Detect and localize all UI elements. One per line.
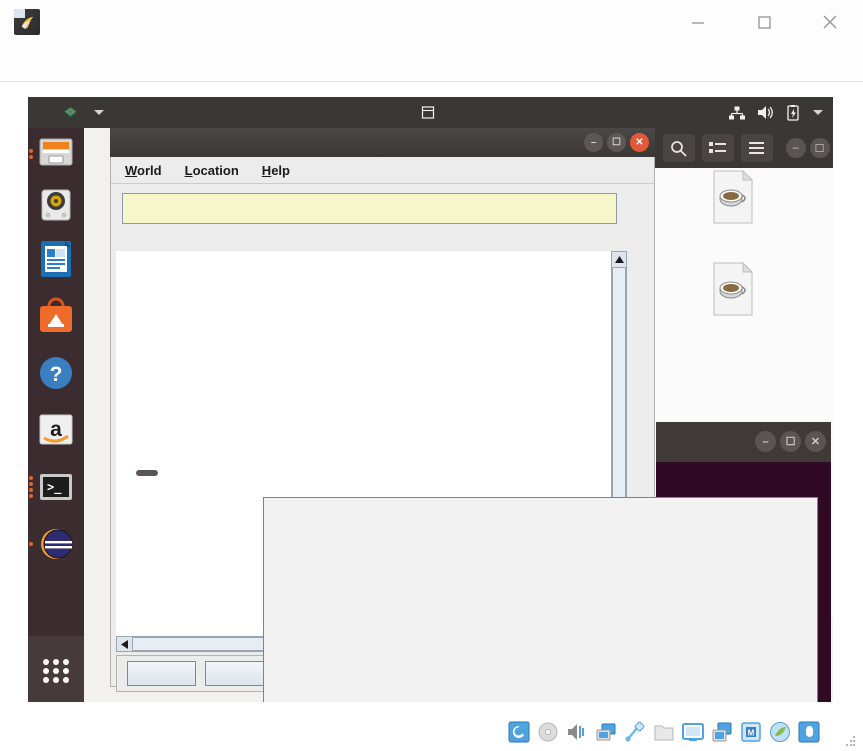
caret-left-icon [121,639,128,649]
volume-icon[interactable] [757,105,774,120]
maximize-button[interactable]: ☐ [780,431,801,452]
svg-text:M: M [748,728,755,737]
app-grid-icon [39,652,73,686]
vbox-menubar [0,44,863,82]
help-tooltip [136,470,158,476]
java-class-icon [711,261,755,316]
ubuntu-launcher: ? a >_ [28,128,84,702]
list-view-icon [709,141,726,153]
terminal-window-buttons: – ☐ ✕ [755,431,826,452]
menu-help[interactable]: Help [262,163,290,178]
panel-indicators [729,104,823,121]
mouse-integration-icon[interactable] [798,721,820,743]
maximize-button[interactable] [731,0,797,44]
app-menu[interactable] [63,106,104,119]
running-indicator [29,475,33,498]
maximize-icon [758,16,771,29]
ubuntu-top-panel [28,97,833,128]
file-item-boxbugrunner[interactable] [685,169,781,228]
minimize-button[interactable]: – [755,431,776,452]
show-applications-button[interactable] [28,636,84,702]
shared-folder-icon[interactable] [653,721,675,743]
virtualbox-swirl-icon [21,16,34,30]
launcher-item-eclipse[interactable] [28,515,84,572]
resize-grip-icon[interactable] [844,736,855,747]
help-icon: ? [35,352,77,394]
close-button[interactable]: ✕ [630,133,649,152]
svg-text:>_: >_ [47,480,62,495]
optical-disk-icon[interactable] [537,721,559,743]
audio-icon[interactable] [566,721,588,743]
gridworld-menubar: World Location Help [111,157,654,184]
close-icon [823,15,837,29]
running-indicator [29,541,33,546]
chevron-down-icon [94,110,104,115]
vbox-statusbar: M [0,712,863,751]
files-icon [35,133,77,175]
status-message [122,193,617,224]
menu-icon [749,142,764,154]
guest-screen: ? a >_ – ☐ – ☐ ✕ – ☐ ✕ World Location He… [28,97,833,702]
screen-root: ? a >_ – ☐ – ☐ ✕ – ☐ ✕ World Location He… [0,0,863,751]
caret-up-icon [614,256,624,263]
svg-text:?: ? [50,363,63,386]
launcher-item-terminal[interactable]: >_ [28,458,84,515]
launcher-item-help[interactable]: ? [28,344,84,401]
close-button[interactable] [797,0,863,44]
rhythmbox-icon [35,184,77,226]
minimize-icon [692,22,704,24]
maximize-button[interactable]: ☐ [809,138,830,158]
menu-location[interactable]: Location [185,163,239,178]
video-capture-icon[interactable] [711,721,733,743]
launcher-item-ubuntu-software[interactable] [28,287,84,344]
virtualbox-app-icon [14,9,40,35]
network-icon[interactable] [729,106,745,120]
maximize-button[interactable]: ☐ [607,133,626,152]
network-icon[interactable] [595,721,617,743]
display-icon[interactable] [682,721,704,743]
step-button[interactable] [127,661,196,686]
scroll-up-button[interactable] [612,252,626,267]
minimize-button[interactable] [665,0,731,44]
ubuntu-software-icon [35,295,77,337]
menu-world[interactable]: World [125,163,162,178]
scroll-left-button[interactable] [117,637,132,651]
launcher-item-files[interactable] [28,128,84,180]
autocomplete-popup[interactable] [263,497,818,702]
close-button[interactable]: ✕ [805,431,826,452]
search-button[interactable] [662,134,695,162]
file-manager-toolbar: – ☐ ✕ [653,128,833,168]
processor-icon[interactable]: M [740,721,762,743]
running-indicator [29,149,33,159]
gridworld-titlebar: – ☐ ✕ [110,128,655,157]
chevron-down-icon[interactable] [813,110,823,115]
file-item-chameleon[interactable] [685,261,781,320]
guest-additions-icon[interactable] [769,721,791,743]
terminal-icon: >_ [35,466,77,508]
usb-icon[interactable] [624,721,646,743]
launcher-item-libreoffice-writer[interactable] [28,230,84,287]
minimize-button[interactable]: – [584,133,603,152]
vbox-window-buttons [665,0,863,44]
hard-disk-icon[interactable] [508,721,530,743]
java-class-icon [711,169,755,224]
eclipse-icon [35,523,77,565]
calendar-icon [421,106,434,119]
launcher-item-amazon[interactable]: a [28,401,84,458]
vbox-titlebar [0,0,863,44]
file-manager-window-buttons: – ☐ ✕ [785,138,834,158]
launcher-item-rhythmbox[interactable] [28,180,84,230]
minimize-button[interactable]: – [785,138,806,158]
clock-area[interactable] [421,106,440,119]
gridworld-window-buttons: – ☐ ✕ [584,133,649,152]
menu-button[interactable] [740,134,773,162]
search-icon [671,140,687,157]
libreoffice-writer-icon [35,238,77,280]
svg-text:a: a [50,418,62,441]
list-view-button[interactable] [701,134,734,162]
amazon-icon: a [35,409,77,451]
terminal-titlebar: – ☐ ✕ [656,422,831,462]
gridworld-icon [64,106,77,118]
battery-icon[interactable] [786,104,801,121]
